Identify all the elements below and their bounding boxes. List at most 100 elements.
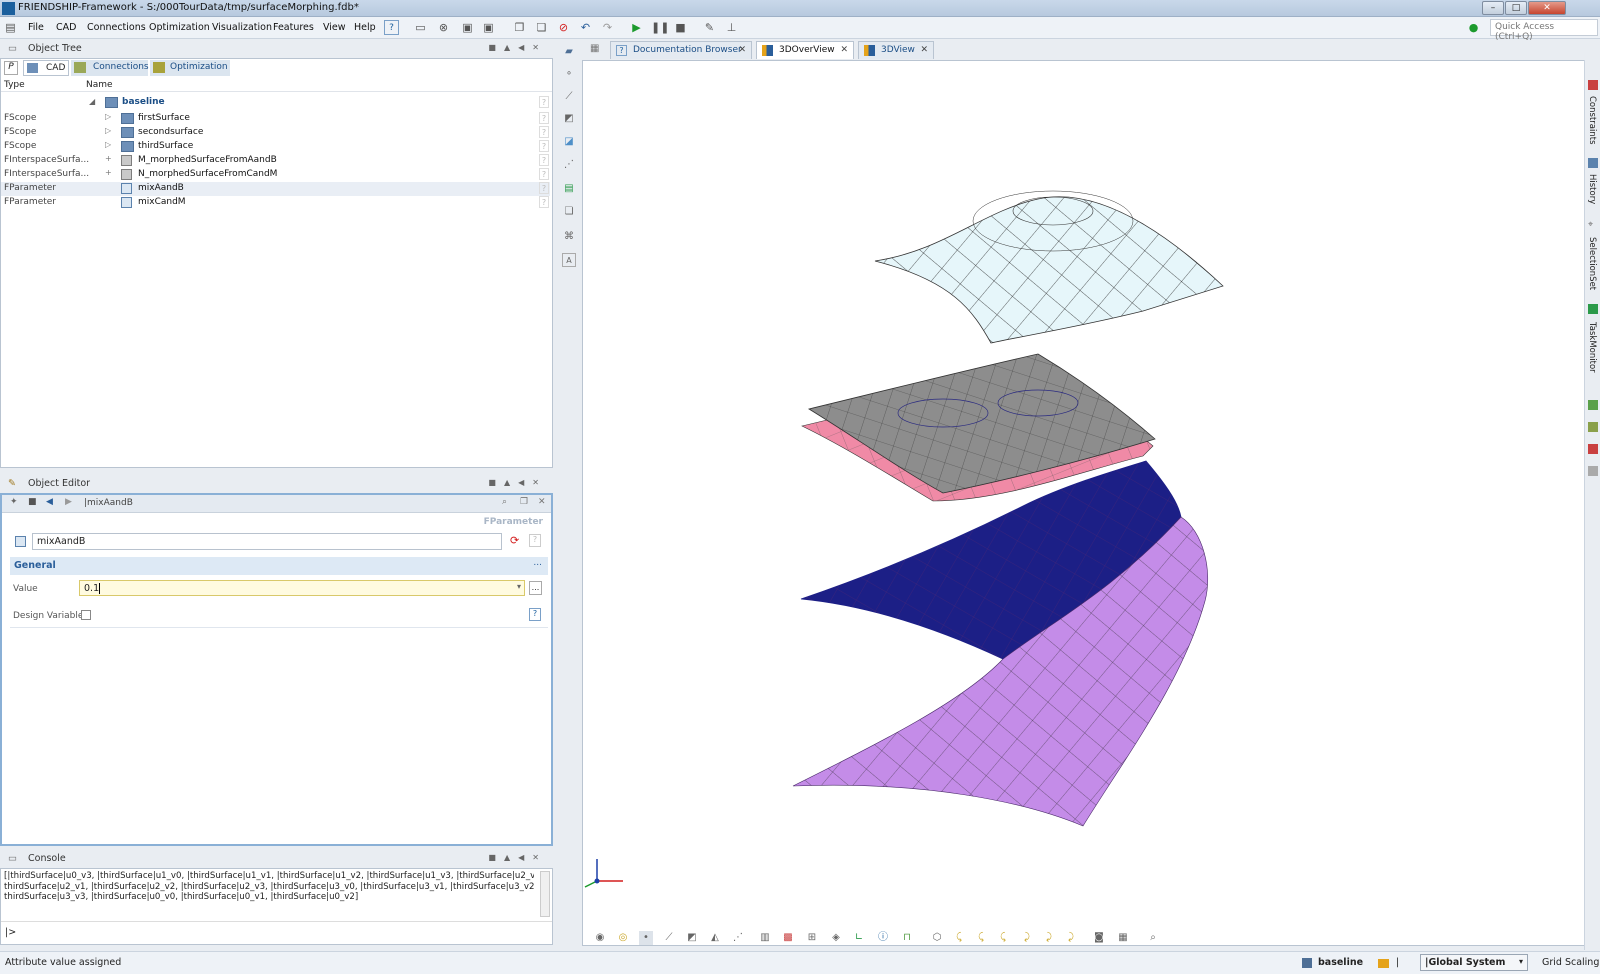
close-file-icon[interactable]: ⊗ [436, 20, 451, 35]
camera-icon[interactable]: ◙ [1092, 931, 1106, 945]
tab-documentation-browser[interactable]: ? Documentation Browser ✕ [610, 41, 752, 59]
view-front-icon[interactable]: ⤹ [952, 931, 966, 945]
expand-icon[interactable]: ▷ [105, 126, 111, 135]
save-icon[interactable]: ▣ [460, 20, 475, 35]
help-icon[interactable]: ? [539, 182, 549, 194]
console-scrollbar[interactable] [540, 871, 550, 917]
close-icon[interactable]: ✕ [920, 45, 928, 55]
tab-3dview[interactable]: 3DView ✕ [858, 41, 934, 59]
help-icon[interactable]: ? [539, 196, 549, 208]
surface-icon[interactable]: ◩ [562, 112, 576, 126]
panel-controls[interactable]: ■▲◀✕ [488, 43, 547, 52]
info-icon[interactable]: ⓘ [876, 931, 890, 945]
point-icon[interactable]: ∘ [562, 67, 576, 81]
3d-viewport[interactable] [582, 60, 1585, 946]
tree-root-row[interactable]: ◢ baseline ? [1, 96, 550, 110]
menu-features[interactable]: Features [273, 22, 314, 33]
dot-icon[interactable]: • [639, 931, 653, 945]
maximize-button[interactable]: □ [1505, 1, 1527, 15]
search-icon[interactable]: ⌕ [502, 497, 507, 507]
copy-icon[interactable]: ❐ [512, 20, 527, 35]
console-input[interactable]: |> [5, 927, 16, 938]
axis-icon[interactable]: ∟ [852, 931, 866, 945]
close-icon[interactable]: ✕ [840, 45, 848, 55]
tree-row[interactable]: FInterspaceSurfa... + M_morphedSurfaceFrom… [1, 154, 550, 168]
tab-constraints[interactable]: Constraints [1587, 96, 1597, 145]
tab-selectionset[interactable]: SelectionSet [1587, 237, 1597, 290]
menu-connections[interactable]: Connections [87, 22, 146, 33]
text-icon[interactable]: A [562, 253, 576, 267]
tree-row[interactable]: FParameter mixCandM? [1, 196, 550, 210]
help-icon[interactable]: ? [539, 112, 549, 124]
tab-p[interactable]: P [4, 61, 18, 75]
stop-sign-icon[interactable]: ⊘ [556, 20, 571, 35]
view-red-icon[interactable] [1588, 444, 1598, 454]
line-icon[interactable]: ⋰ [562, 158, 576, 172]
view-olive-icon[interactable] [1588, 422, 1598, 432]
lock-icon[interactable]: ⊓ [900, 931, 914, 945]
close-window-button[interactable]: ✕ [1528, 1, 1566, 15]
layers-icon[interactable]: ❏ [562, 205, 576, 219]
help-icon[interactable]: ? [539, 140, 549, 152]
help-icon[interactable]: ? [539, 154, 549, 166]
close-icon[interactable]: ✕ [538, 497, 546, 507]
tab-optimization[interactable]: Optimization [150, 60, 230, 76]
folder-icon[interactable]: ▰ [562, 45, 576, 59]
help-icon[interactable]: ? [529, 608, 541, 621]
wave-icon[interactable]: ◭ [708, 931, 722, 945]
collapse-icon[interactable]: ◢ [89, 97, 95, 106]
tree-row[interactable]: FParameter mixAandB? [1, 182, 550, 196]
quick-access-input[interactable]: Quick Access (Ctrl+Q) [1490, 19, 1598, 42]
chevron-down-icon[interactable]: ▾ [517, 582, 521, 591]
menu-help[interactable]: Help [354, 22, 376, 33]
zoom-icon[interactable]: ⌕ [1146, 931, 1160, 945]
curve-icon[interactable]: ⟋ [562, 90, 576, 104]
3d-scene[interactable] [583, 61, 1584, 945]
panel-controls[interactable]: ■▲◀✕ [488, 853, 547, 862]
tab-taskmonitor[interactable]: TaskMonitor [1587, 322, 1597, 373]
view-gray-icon[interactable] [1588, 466, 1598, 476]
menu-cad[interactable]: CAD [56, 22, 76, 33]
paste-icon[interactable]: ❏ [534, 20, 549, 35]
view-top-icon[interactable]: ⤸ [1042, 931, 1056, 945]
section-more-button[interactable]: ... [533, 558, 542, 568]
edit-icon[interactable]: ✎ [702, 20, 717, 35]
dotted-line-icon[interactable]: ⋰ [731, 931, 745, 945]
tab-3doverview[interactable]: 3DOverView ✕ [756, 41, 854, 59]
help-icon[interactable]: ? [539, 168, 549, 180]
view-right-icon[interactable]: ⤸ [1020, 931, 1034, 945]
tab-connections[interactable]: Connections [71, 60, 149, 76]
expand-icon[interactable]: + [105, 154, 112, 163]
columns-icon[interactable]: ▥ [758, 931, 772, 945]
select-point-icon[interactable]: ◉ [593, 931, 607, 945]
help-icon[interactable]: ? [539, 126, 549, 138]
undo-icon[interactable]: ↶ [578, 20, 593, 35]
expand-icon[interactable]: ▷ [105, 140, 111, 149]
delete-icon[interactable]: ▩ [781, 931, 795, 945]
help-icon[interactable]: ? [384, 20, 399, 35]
pause-icon[interactable]: ❚❚ [651, 20, 669, 35]
grid-toggle-icon[interactable]: ▦ [1116, 931, 1130, 945]
panel-controls[interactable]: ■▲◀✕ [488, 478, 547, 487]
grid-view-icon[interactable]: ▦ [590, 43, 602, 55]
refresh-icon[interactable]: ⟳ [510, 534, 519, 547]
tab-cad[interactable]: CAD [23, 60, 69, 76]
column-type[interactable]: Type [4, 80, 25, 90]
coord-system-select[interactable]: |Global System ▾ [1420, 954, 1528, 971]
help-icon[interactable]: ? [539, 96, 549, 108]
curve-icon[interactable]: ⟋ [662, 931, 676, 945]
pin-icon[interactable]: ✦ [10, 497, 18, 507]
menu-file[interactable]: File [28, 22, 44, 33]
brush-icon[interactable]: ⌘ [562, 230, 576, 244]
menu-optimization[interactable]: Optimization [149, 22, 210, 33]
grid-icon[interactable]: ⊞ [805, 931, 819, 945]
tree-row[interactable]: FScope ▷ secondsurface? [1, 126, 550, 140]
surface-icon[interactable]: ◩ [685, 931, 699, 945]
cube-icon[interactable]: ⬡ [930, 931, 944, 945]
tree-row[interactable]: FScope ▷ firstSurface? [1, 112, 550, 126]
stop-icon[interactable]: ■ [28, 497, 37, 507]
value-input[interactable]: 0.1 ▾ [79, 580, 525, 596]
open-folder-icon[interactable]: ▭ [413, 20, 428, 35]
measure-icon[interactable]: ⊥ [724, 20, 739, 35]
back-arrow-icon[interactable]: ◀ [46, 497, 53, 507]
